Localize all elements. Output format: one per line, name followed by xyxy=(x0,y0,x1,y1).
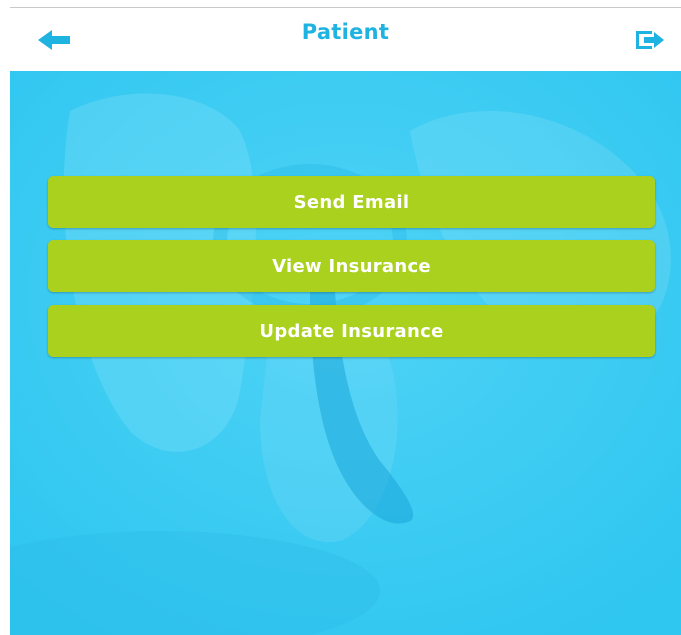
logout-button[interactable] xyxy=(630,24,670,56)
update-insurance-button[interactable]: Update Insurance xyxy=(48,305,655,357)
background-image: Send Email View Insurance Update Insuran… xyxy=(10,71,681,635)
send-email-button[interactable]: Send Email xyxy=(48,176,655,228)
view-insurance-button[interactable]: View Insurance xyxy=(48,240,655,292)
logout-icon xyxy=(636,31,664,49)
page-title: Patient xyxy=(301,20,390,44)
app-header: Patient xyxy=(10,8,681,71)
